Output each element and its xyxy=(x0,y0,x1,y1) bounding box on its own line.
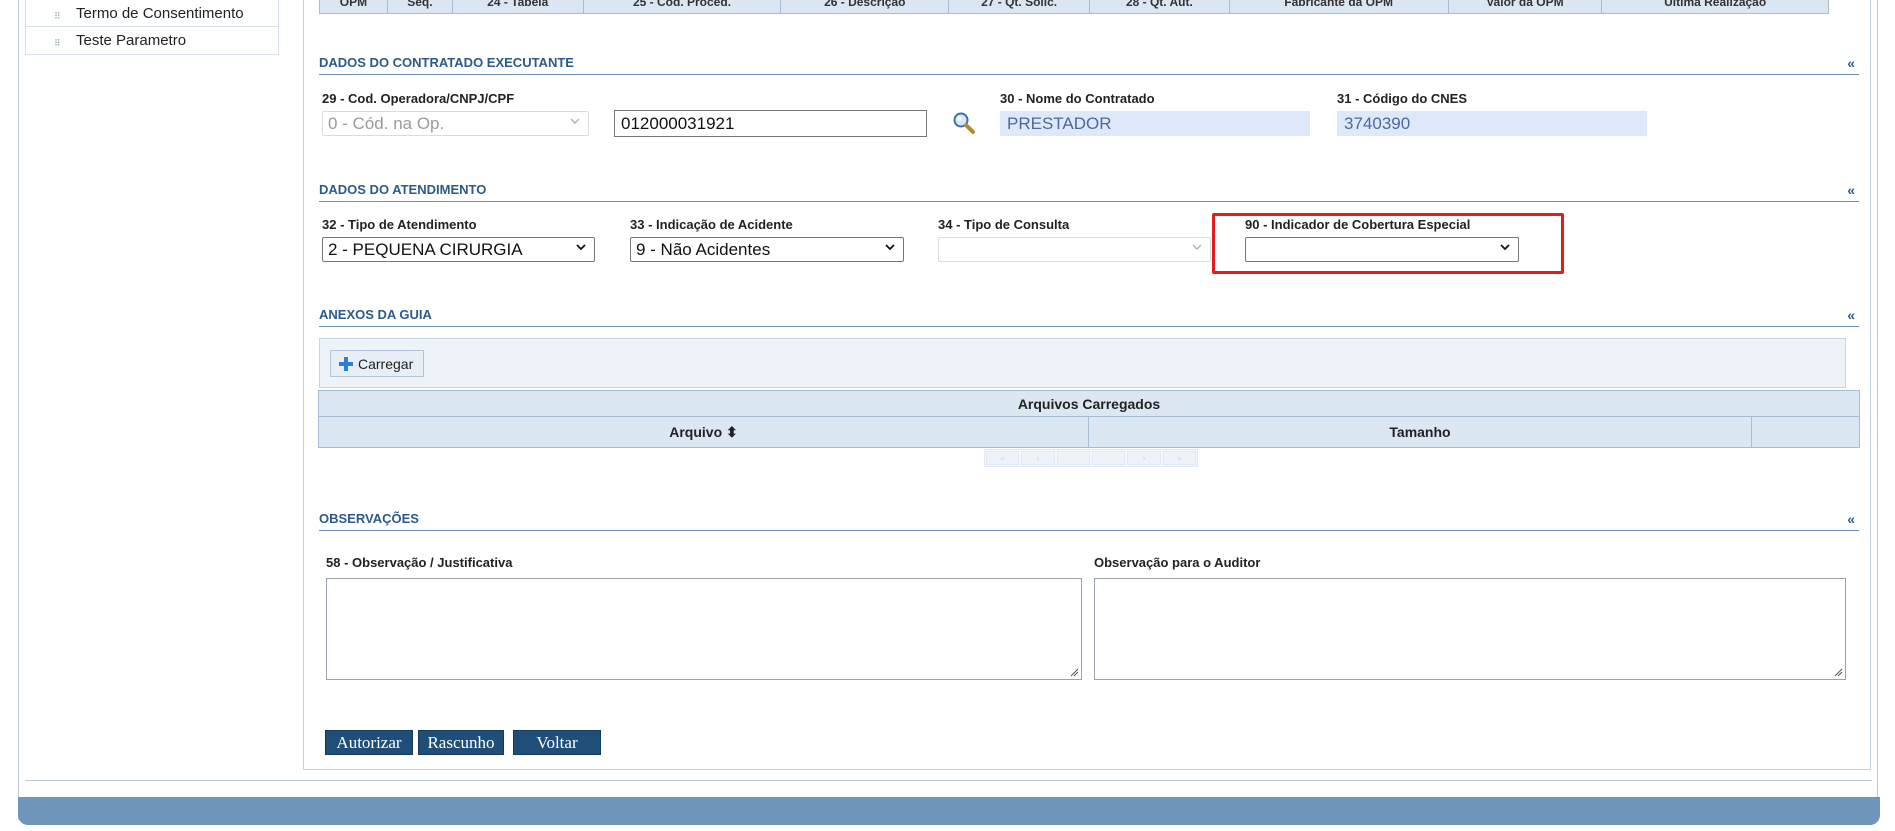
pager-first-button[interactable]: « xyxy=(986,451,1020,465)
chevron-down-icon xyxy=(1500,244,1510,251)
cobertura-especial-label: 90 - Indicador de Cobertura Especial xyxy=(1245,217,1471,232)
footer-bar xyxy=(18,797,1880,825)
sidebar-item-teste-parametro[interactable]: ⠿ Teste Parametro xyxy=(25,27,279,55)
column-header: Fabricante da OPM xyxy=(1230,0,1449,13)
section-atendimento-title: DADOS DO ATENDIMENTO « xyxy=(319,182,1859,202)
nome-contratado-field: PRESTADOR xyxy=(1000,111,1310,136)
collapse-icon[interactable]: « xyxy=(1847,307,1855,323)
section-title-text: DADOS DO CONTRATADO EXECUTANTE xyxy=(319,55,574,70)
section-title-text: OBSERVAÇÕES xyxy=(319,511,419,526)
pagination: « ‹ › » xyxy=(984,449,1198,467)
column-header: 28 - Qt. Aut. xyxy=(1090,0,1230,13)
pager-next-button[interactable]: › xyxy=(1127,451,1161,465)
voltar-button[interactable]: Voltar xyxy=(513,730,601,755)
cnes-field: 3740390 xyxy=(1337,111,1647,136)
column-header-empty xyxy=(1752,417,1859,447)
section-title-text: DADOS DO ATENDIMENTO xyxy=(319,182,487,197)
justificativa-textarea[interactable] xyxy=(326,578,1082,680)
pager-last-button[interactable]: » xyxy=(1162,451,1196,465)
cobertura-especial-select[interactable] xyxy=(1245,237,1519,262)
pager-page-input[interactable] xyxy=(1056,451,1090,465)
column-header: Valor da OPM xyxy=(1449,0,1603,13)
tipo-atendimento-select[interactable]: 2 - PEQUENA CIRURGIA xyxy=(322,237,595,262)
sidebar-item-label: Teste Parametro xyxy=(76,32,187,49)
justificativa-label: 58 - Observação / Justificativa xyxy=(326,555,513,570)
procedures-table-header: OPM Seq. 24 - Tabela 25 - Cód. Proced. 2… xyxy=(319,0,1829,14)
cod-operadora-label: 29 - Cod. Operadora/CNPJ/CPF xyxy=(322,91,515,106)
collapse-icon[interactable]: « xyxy=(1847,182,1855,198)
select-value: 9 - Não Acidentes xyxy=(636,239,771,259)
upload-button-label: Carregar xyxy=(358,355,414,372)
column-header-arquivo[interactable]: Arquivo ⬍ xyxy=(319,417,1089,447)
tipo-consulta-select[interactable] xyxy=(938,237,1211,262)
upload-area: Carregar xyxy=(319,338,1846,388)
cod-operadora-type-select[interactable]: 0 - Cód. na Op. xyxy=(322,111,589,136)
tipo-consulta-label: 34 - Tipo de Consulta xyxy=(938,217,1070,232)
select-value: 2 - PEQUENA CIRURGIA xyxy=(328,239,523,259)
search-icon[interactable] xyxy=(952,111,976,135)
rascunho-button[interactable]: Rascunho xyxy=(418,730,504,755)
section-anexos-title: ANEXOS DA GUIA « xyxy=(319,307,1859,327)
chevron-down-icon xyxy=(885,244,895,251)
column-header: OPM xyxy=(320,0,388,13)
section-observacoes-title: OBSERVAÇÕES « xyxy=(319,511,1859,531)
section-contratado-title: DADOS DO CONTRATADO EXECUTANTE « xyxy=(319,55,1859,75)
chevron-down-icon xyxy=(1192,244,1202,250)
sidebar-item-termo-consentimento[interactable]: ⠿ Termo de Consentimento xyxy=(25,0,279,27)
files-table: Arquivos Carregados Arquivo ⬍ Tamanho xyxy=(318,390,1860,448)
auditor-label: Observação para o Auditor xyxy=(1094,555,1261,570)
files-table-caption: Arquivos Carregados xyxy=(319,391,1859,417)
column-header: 27 - Qt. Solic. xyxy=(949,0,1090,13)
cnes-label: 31 - Código do CNES xyxy=(1337,91,1467,106)
main-panel: OPM Seq. 24 - Tabela 25 - Cód. Proced. 2… xyxy=(303,0,1871,770)
bullet-icon: ⠿ xyxy=(54,38,61,48)
pager-prev-button[interactable]: ‹ xyxy=(1021,451,1055,465)
sidebar-item-label: Termo de Consentimento xyxy=(76,4,244,22)
pager-page-count xyxy=(1091,451,1126,465)
files-table-header: Arquivo ⬍ Tamanho xyxy=(319,417,1859,447)
auditor-textarea[interactable] xyxy=(1094,578,1846,680)
column-header: 26 - Descrição xyxy=(781,0,950,13)
collapse-icon[interactable]: « xyxy=(1847,511,1855,527)
upload-button[interactable]: Carregar xyxy=(330,350,425,377)
sidebar: ⠿ Termo de Consentimento ⠿ Teste Paramet… xyxy=(25,0,279,55)
nome-contratado-label: 30 - Nome do Contratado xyxy=(1000,91,1155,106)
indicacao-acidente-select[interactable]: 9 - Não Acidentes xyxy=(630,237,904,262)
resize-handle-icon[interactable] xyxy=(1069,667,1079,677)
column-header: 25 - Cód. Proced. xyxy=(584,0,782,13)
column-header-tamanho[interactable]: Tamanho xyxy=(1089,417,1752,447)
cod-operadora-input[interactable]: 012000031921 xyxy=(614,110,927,137)
chevron-down-icon xyxy=(576,244,586,251)
resize-handle-icon[interactable] xyxy=(1833,667,1843,677)
chevron-down-icon xyxy=(570,118,580,124)
column-header: Seq. xyxy=(388,0,453,13)
tipo-atendimento-label: 32 - Tipo de Atendimento xyxy=(322,217,477,232)
collapse-icon[interactable]: « xyxy=(1847,55,1855,71)
column-header: 24 - Tabela xyxy=(453,0,584,13)
indicacao-acidente-label: 33 - Indicação de Acidente xyxy=(630,217,793,232)
bullet-icon: ⠿ xyxy=(54,11,61,21)
column-header: Última Realização xyxy=(1664,0,1767,9)
footer-divider xyxy=(25,780,1872,781)
plus-icon xyxy=(339,356,353,371)
select-value: 0 - Cód. na Op. xyxy=(328,113,445,133)
autorizar-button[interactable]: Autorizar xyxy=(325,730,413,755)
section-title-text: ANEXOS DA GUIA xyxy=(319,307,432,322)
